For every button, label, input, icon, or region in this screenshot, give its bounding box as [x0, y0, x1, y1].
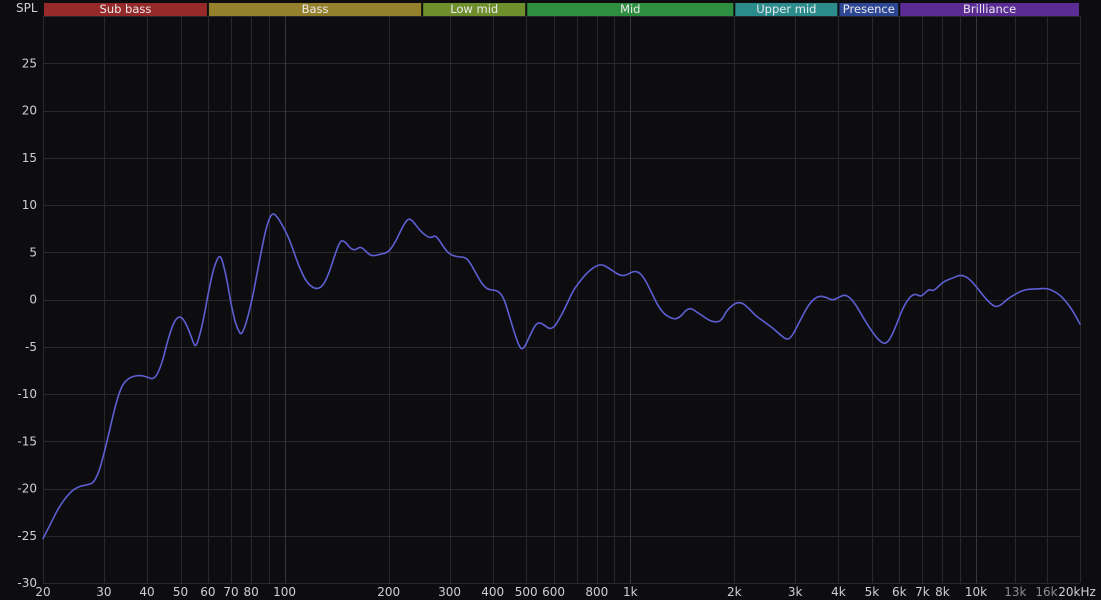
x-tick-label: 100 [273, 585, 296, 599]
y-tick-label: -5 [25, 340, 37, 354]
x-tick-label: 13k [1004, 585, 1026, 599]
x-tick-label: 8k [935, 585, 950, 599]
y-tick-label: -20 [17, 482, 37, 496]
frequency-response-chart-window: SPL Sub bass Bass Low mid Mid Upper mid Prese… [0, 0, 1101, 600]
x-tick-label: 30 [96, 585, 111, 599]
y-tick-label: 5 [29, 245, 37, 259]
x-tick-label: 1k [623, 585, 638, 599]
x-tick-label: 40 [139, 585, 154, 599]
y-tick-label: 10 [22, 198, 37, 212]
band-label-sub-bass: Sub bass [100, 2, 152, 16]
x-tick-label: 300 [438, 585, 461, 599]
y-tick-label: 0 [29, 293, 37, 307]
band-label-low-mid: Low mid [450, 2, 498, 16]
x-tick-label: 200 [377, 585, 400, 599]
x-tick-label: 6k [892, 585, 907, 599]
x-tick-label: 60 [200, 585, 215, 599]
grid-lines [43, 16, 1081, 584]
y-tick-label: -30 [17, 576, 37, 590]
x-tick-label: 80 [243, 585, 258, 599]
x-tick-label: 70 [223, 585, 238, 599]
x-tick-label: 4k [831, 585, 846, 599]
y-tick-label: -10 [17, 387, 37, 401]
frequency-bands-bar: Sub bass Bass Low mid Mid Upper mid Presence B… [44, 2, 1079, 16]
y-tick-label: -25 [17, 529, 37, 543]
y-tick-label: -15 [17, 434, 37, 448]
y-tick-label: 25 [22, 56, 37, 70]
axis-tick-labels: 20 30 40 50 60 70 80 100 200 300 400 500 600 800 1k 2k 3… [17, 56, 1095, 599]
x-tick-label: 50 [173, 585, 188, 599]
x-tick-label: 5k [865, 585, 880, 599]
y-tick-label: 15 [22, 151, 37, 165]
x-tick-label: 600 [542, 585, 565, 599]
x-tick-label: 7k [915, 585, 930, 599]
x-tick-label: 500 [515, 585, 538, 599]
x-tick-label: 16k [1035, 585, 1057, 599]
band-label-presence: Presence [843, 2, 895, 16]
band-label-mid: Mid [620, 2, 640, 16]
x-tick-label: 20 [35, 585, 50, 599]
x-tick-label: 10k [965, 585, 987, 599]
band-label-brilliance: Brilliance [963, 2, 1016, 16]
x-tick-label: 800 [585, 585, 608, 599]
band-label-bass: Bass [302, 2, 329, 16]
band-label-upper-mid: Upper mid [756, 2, 816, 16]
x-tick-label: 3k [788, 585, 803, 599]
spl-chart-plot-area[interactable]: Sub bass Bass Low mid Mid Upper mid Presence B… [0, 0, 1101, 600]
x-tick-label: 20kHz [1058, 585, 1096, 599]
x-tick-label: 400 [481, 585, 504, 599]
x-tick-label: 2k [727, 585, 742, 599]
y-tick-label: 20 [22, 104, 37, 118]
